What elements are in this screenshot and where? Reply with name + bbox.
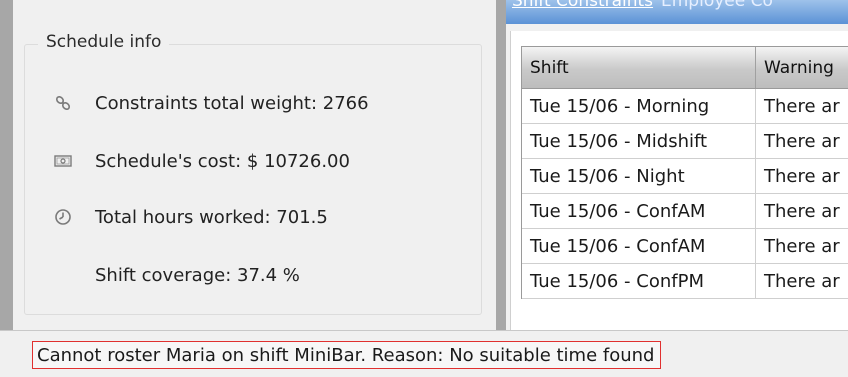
tab-bar: Shift Constraints Employee Co xyxy=(506,0,848,24)
left-edge-bar xyxy=(0,0,13,330)
table-row[interactable]: Tue 15/06 - ConfPM There ar xyxy=(522,264,848,299)
total-hours-text: Total hours worked: 701.5 xyxy=(95,206,328,228)
warning-cell: There ar xyxy=(764,200,840,222)
column-header-warning[interactable]: Warning xyxy=(756,47,848,88)
panel-splitter[interactable] xyxy=(496,0,506,330)
shift-cell: Tue 15/06 - Morning xyxy=(522,89,756,123)
warning-cell: There ar xyxy=(764,235,840,257)
total-hours-row: Total hours worked: 701.5 xyxy=(52,204,328,230)
schedule-cost-text: Schedule's cost: $ 10726.00 xyxy=(95,150,350,172)
status-error-message: Cannot roster Maria on shift MiniBar. Re… xyxy=(32,341,662,369)
column-header-shift[interactable]: Shift xyxy=(522,47,756,88)
warning-cell: There ar xyxy=(764,130,840,152)
constraints-weight-text: Constraints total weight: 2766 xyxy=(95,92,369,114)
warning-cell: There ar xyxy=(764,95,840,117)
shift-cell: Tue 15/06 - ConfAM xyxy=(522,229,756,263)
shift-cell: Tue 15/06 - ConfPM xyxy=(522,264,756,298)
table-row[interactable]: Tue 15/06 - ConfAM There ar xyxy=(522,194,848,229)
shift-coverage-text: Shift coverage: 37.4 % xyxy=(95,264,300,286)
table-header: Shift Warning xyxy=(522,47,848,89)
app-window: Schedule info Constraints total weight: … xyxy=(0,0,848,377)
tab-shift-constraints[interactable]: Shift Constraints xyxy=(512,0,653,11)
shift-cell: Tue 15/06 - Midshift xyxy=(522,124,756,158)
table-row[interactable]: Tue 15/06 - Midshift There ar xyxy=(522,124,848,159)
table-row[interactable]: Tue 15/06 - Night There ar xyxy=(522,159,848,194)
schedule-cost-row: Schedule's cost: $ 10726.00 xyxy=(52,148,350,174)
table-row[interactable]: Tue 15/06 - ConfAM There ar xyxy=(522,229,848,264)
shift-cell: Tue 15/06 - ConfAM xyxy=(522,194,756,228)
constraints-weight-row: Constraints total weight: 2766 xyxy=(52,90,369,116)
warning-cell: There ar xyxy=(764,165,840,187)
table-row[interactable]: Tue 15/06 - Morning There ar xyxy=(522,89,848,124)
chain-link-icon xyxy=(52,92,74,114)
blank-icon xyxy=(52,264,74,286)
warning-cell: There ar xyxy=(764,270,840,292)
tab-employee-constraints[interactable]: Employee Co xyxy=(661,0,773,11)
shift-warnings-table: Shift Warning Tue 15/06 - Morning There … xyxy=(521,46,848,299)
shift-coverage-row: Shift coverage: 37.4 % xyxy=(52,262,300,288)
shift-cell: Tue 15/06 - Night xyxy=(522,159,756,193)
banknote-icon xyxy=(52,150,74,172)
clock-icon xyxy=(52,206,74,228)
schedule-info-title: Schedule info xyxy=(38,32,170,52)
